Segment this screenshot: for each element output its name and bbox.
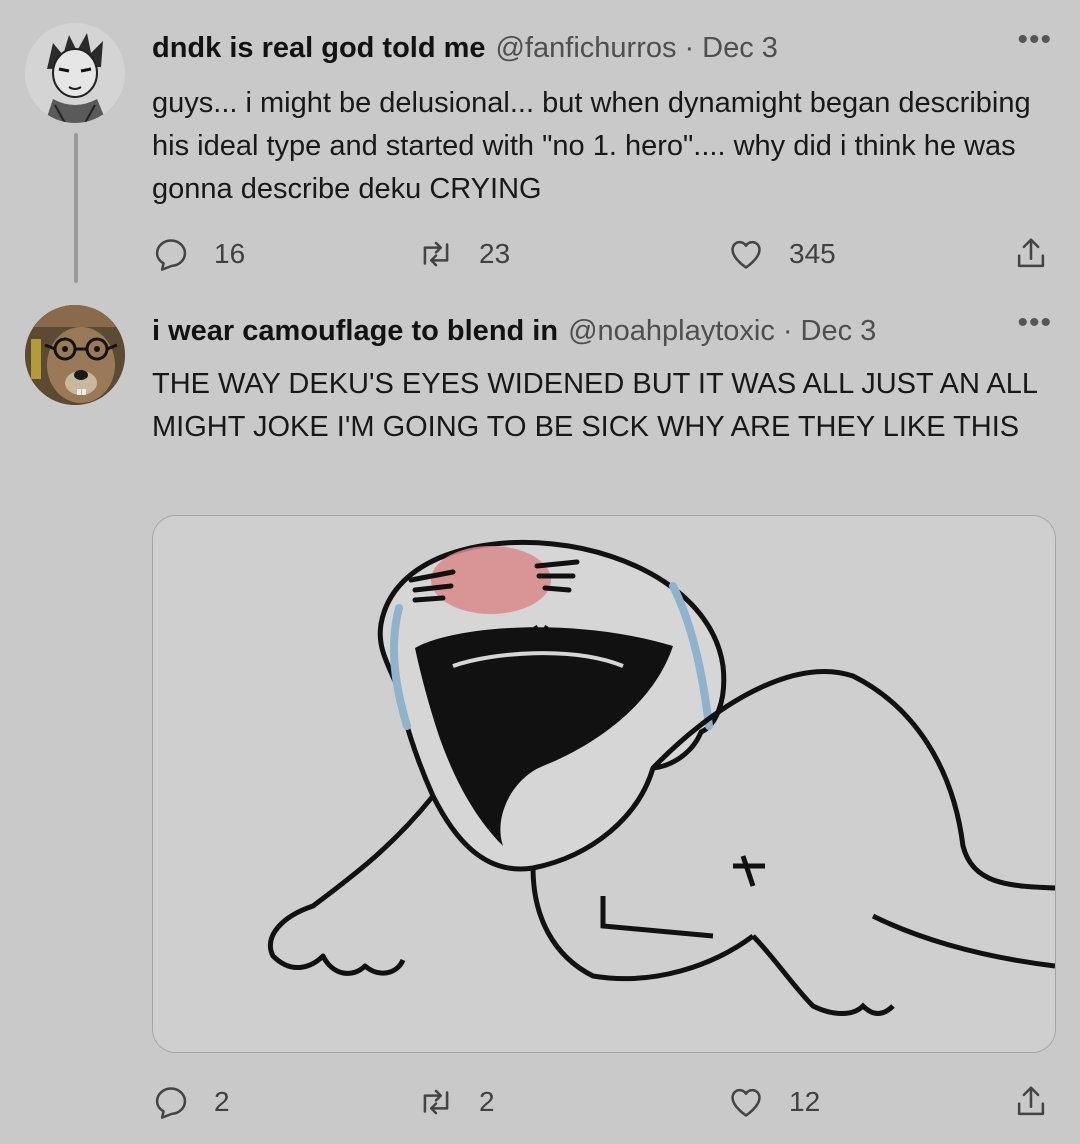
like-count: 345 <box>789 238 836 269</box>
tweet-text: guys... i might be delusional... but whe… <box>152 87 1031 205</box>
share-button[interactable] <box>1012 1082 1074 1122</box>
reply-icon <box>155 1087 187 1119</box>
display-name[interactable]: dndk is real god told me <box>152 32 486 65</box>
separator: · <box>782 315 793 347</box>
avatar-image <box>25 305 125 405</box>
reply-count: 2 <box>214 1086 230 1117</box>
display-name[interactable]: i wear camouflage to blend in <box>152 315 558 348</box>
like-button[interactable]: 345 <box>727 234 836 274</box>
tweet-media[interactable] <box>152 515 1056 1053</box>
avatar[interactable] <box>25 23 125 123</box>
avatar[interactable] <box>25 305 125 405</box>
retweet-count: 2 <box>479 1086 495 1117</box>
tweet-actions: 2 2 12 <box>152 1082 1052 1122</box>
user-handle[interactable]: @noahplaytoxic <box>568 315 775 348</box>
separator: · <box>684 32 695 64</box>
more-horizontal-icon[interactable]: ••• <box>1017 308 1052 338</box>
tweet-actions: 16 23 345 <box>152 234 1052 274</box>
user-handle[interactable]: @fanfichurros <box>496 32 677 65</box>
reply-count: 16 <box>214 238 246 269</box>
reply-button[interactable]: 16 <box>152 234 245 274</box>
thread-line <box>74 133 78 283</box>
share-icon <box>1017 238 1045 268</box>
retweet-icon <box>423 1089 449 1115</box>
reply-icon <box>155 239 187 271</box>
share-button[interactable] <box>1012 234 1074 274</box>
retweet-button[interactable]: 2 <box>417 1082 495 1122</box>
crying-meme-image <box>153 516 1055 1052</box>
retweet-button[interactable]: 23 <box>417 234 510 274</box>
like-count: 12 <box>789 1086 821 1117</box>
share-icon <box>1017 1086 1045 1116</box>
more-horizontal-icon[interactable]: ••• <box>1017 25 1052 55</box>
tweet-thread: dndk is real god told me @fanfichurros ·… <box>0 0 1080 1144</box>
tweet-date[interactable]: Dec 3 <box>801 315 877 348</box>
tweet-header: dndk is real god told me @fanfichurros ·… <box>152 32 778 65</box>
tweet-text: THE WAY DEKU'S EYES WIDENED BUT IT WAS A… <box>152 368 1037 443</box>
retweet-count: 23 <box>479 238 511 269</box>
tweet-date[interactable]: Dec 3 <box>702 32 778 65</box>
reply-button[interactable]: 2 <box>152 1082 230 1122</box>
avatar-image <box>25 23 125 123</box>
tweet-header: i wear camouflage to blend in @noahplayt… <box>152 315 876 348</box>
heart-icon <box>731 1088 761 1117</box>
like-button[interactable]: 12 <box>727 1082 820 1122</box>
heart-icon <box>731 240 761 269</box>
retweet-icon <box>423 241 449 267</box>
